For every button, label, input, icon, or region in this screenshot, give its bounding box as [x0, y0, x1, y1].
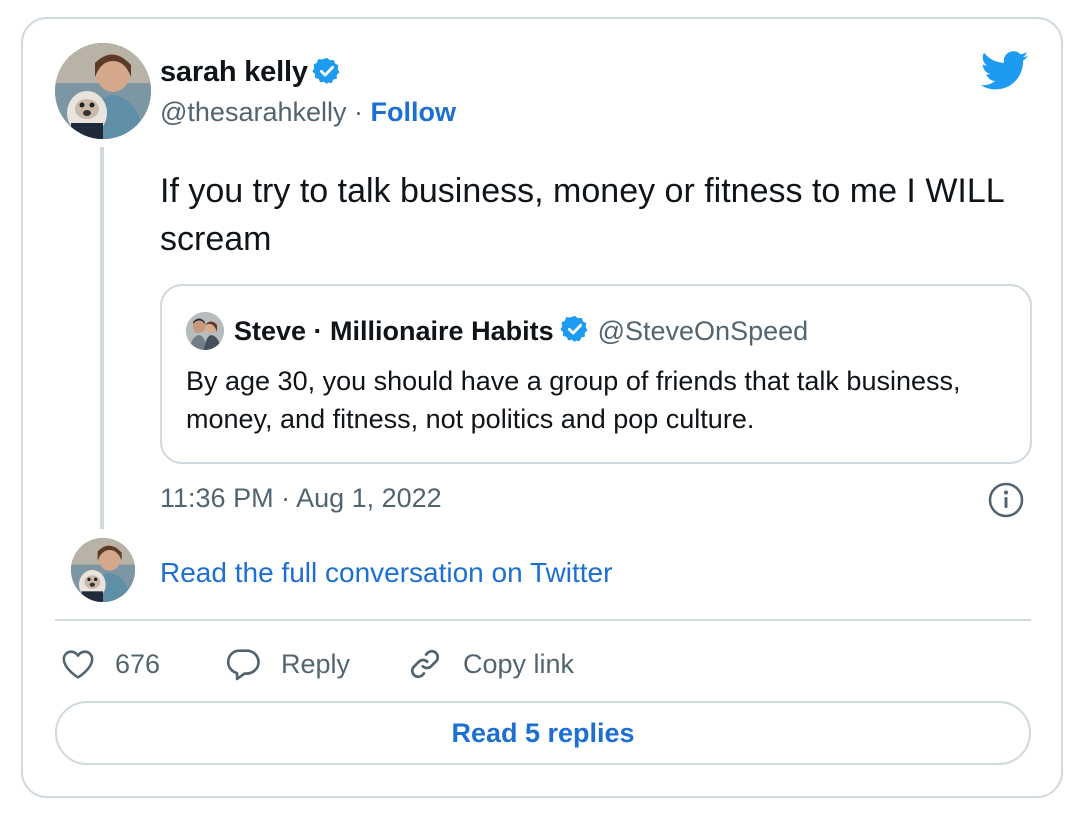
quoted-author-avatar — [186, 312, 224, 350]
author-name-text: sarah kelly — [160, 56, 308, 88]
conversation-avatar[interactable] — [71, 538, 135, 602]
conversation-avatar-photo — [71, 538, 135, 602]
author-avatar-photo — [55, 43, 151, 139]
quoted-author-handle: @SteveOnSpeed — [597, 315, 809, 346]
tweet-timestamp[interactable]: 11:36 PM · Aug 1, 2022 — [160, 483, 442, 514]
thread-line — [100, 147, 104, 529]
info-icon[interactable] — [987, 481, 1025, 519]
read-replies-button[interactable]: Read 5 replies — [55, 701, 1031, 765]
follow-button[interactable]: Follow — [371, 97, 456, 127]
like-count: 676 — [115, 648, 161, 679]
author-handle[interactable]: @thesarahkelly — [160, 97, 347, 127]
link-icon — [410, 649, 440, 679]
reply-bubble-icon — [226, 649, 260, 681]
author-handle-line: @thesarahkelly · Follow — [160, 97, 456, 128]
tweet-card: sarah kelly @thesarahkelly · Follow If y… — [21, 17, 1063, 798]
quoted-tweet[interactable]: Steve · Millionaire Habits @SteveOnSpeed… — [160, 284, 1032, 464]
verified-badge-icon — [559, 314, 590, 349]
read-full-conversation-link[interactable]: Read the full conversation on Twitter — [160, 557, 612, 589]
handle-separator: · — [354, 97, 364, 127]
read-replies-label: Read 5 replies — [451, 717, 635, 748]
copy-link-label: Copy link — [463, 648, 575, 679]
reply-action[interactable]: Reply — [225, 644, 350, 684]
quoted-author-avatar-photo — [186, 312, 224, 350]
reply-label: Reply — [281, 648, 351, 679]
heart-icon — [62, 650, 94, 679]
quoted-tweet-text: By age 30, you should have a group of fr… — [186, 366, 961, 434]
copy-link-action[interactable]: Copy link — [407, 644, 574, 684]
quoted-tweet-header: Steve · Millionaire Habits @SteveOnSpeed — [186, 312, 808, 350]
author-name[interactable]: sarah kelly — [160, 56, 342, 94]
quoted-author-name: Steve · Millionaire Habits — [234, 315, 554, 346]
divider — [55, 619, 1031, 621]
verified-badge-icon — [312, 56, 342, 94]
twitter-bird-icon[interactable] — [981, 51, 1029, 91]
tweet-text: If you try to talk business, money or fi… — [160, 172, 1004, 258]
like-action[interactable]: 676 — [61, 644, 160, 684]
author-avatar[interactable] — [55, 43, 151, 139]
